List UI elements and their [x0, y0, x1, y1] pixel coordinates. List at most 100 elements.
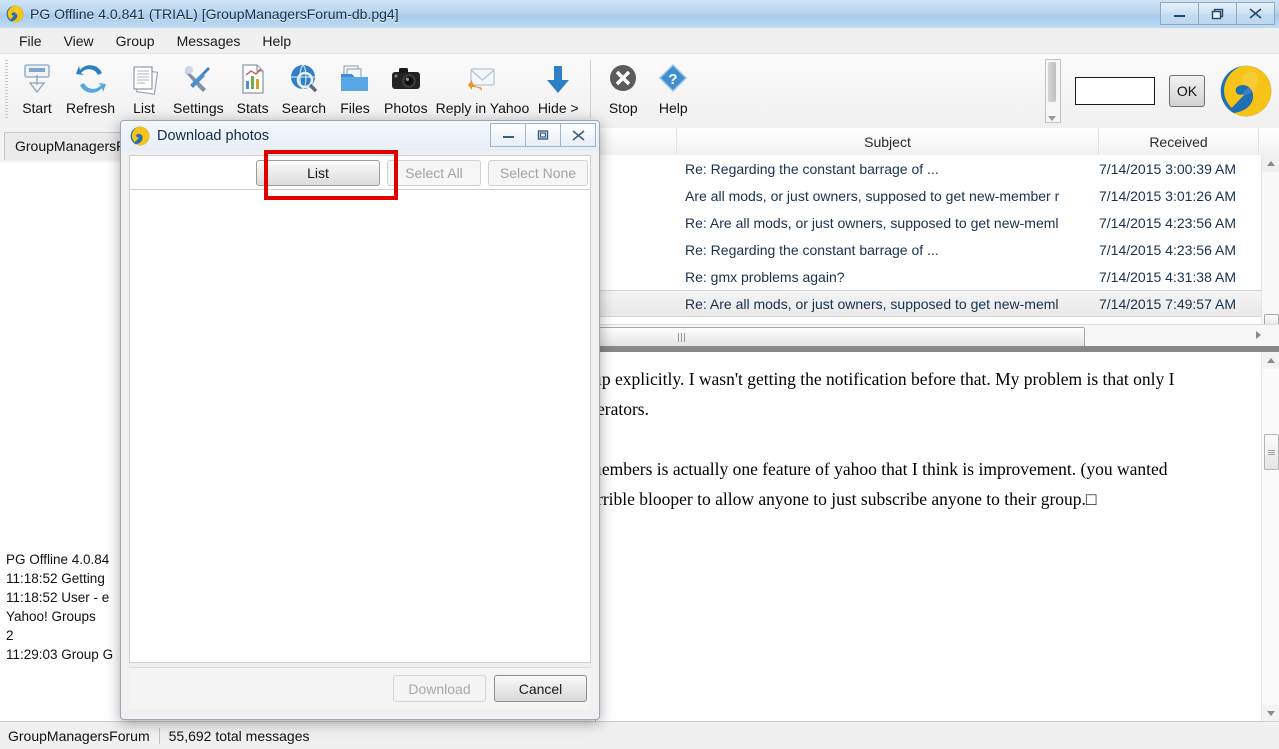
table-row[interactable]: Re: Regarding the constant barrage of ..…: [597, 236, 1262, 263]
download-button[interactable]: Download: [393, 675, 486, 702]
hscroll-track[interactable]: [599, 326, 1239, 348]
cell-subject: Re: Regarding the constant barrage of ..…: [685, 241, 939, 258]
log-pane[interactable]: PG Offline 4.0.84 11:18:52 Getting 11:18…: [0, 546, 120, 722]
message-list-horizontal-scrollbar[interactable]: [597, 324, 1279, 348]
status-group-name: GroupManagersForum: [8, 727, 150, 744]
menu-bar: File View Group Messages Help: [0, 28, 1279, 54]
restore-button[interactable]: [1198, 2, 1236, 25]
toolbar-button-files[interactable]: Files: [330, 56, 380, 116]
cell-received: 7/14/2015 7:49:57 AM: [1099, 295, 1236, 312]
message-list-header: Subject Received: [597, 128, 1279, 156]
toolbar-label: Photos: [383, 100, 428, 116]
dialog-restore-button[interactable]: [525, 123, 560, 147]
window-controls: [1160, 2, 1275, 25]
select-all-button[interactable]: Select All: [387, 159, 481, 186]
slider-thumb[interactable]: [1048, 62, 1056, 102]
app-swirl-icon: [6, 5, 24, 23]
log-line: 11:18:52 Getting: [6, 571, 105, 586]
pages-list-icon: [126, 58, 162, 100]
chevron-down-icon[interactable]: [1048, 116, 1056, 121]
toolbar-button-search[interactable]: Search: [278, 56, 330, 116]
window-title: PG Offline 4.0.841 (TRIAL) [GroupManager…: [30, 6, 399, 22]
menu-file[interactable]: File: [8, 30, 53, 52]
dialog-toolbar: List Select All Select None: [129, 155, 591, 189]
message-body-pane[interactable]: ıp explicitly. I wasn't getting the noti…: [597, 352, 1279, 722]
search-input[interactable]: [1075, 77, 1155, 105]
table-row[interactable]: Are all mods, or just owners, supposed t…: [597, 182, 1262, 209]
toolbar-label: Reply in Yahoo: [435, 100, 530, 116]
cell-subject: Re: Regarding the constant barrage of ..…: [685, 160, 939, 177]
close-button[interactable]: [1236, 2, 1275, 25]
list-button[interactable]: List: [256, 159, 380, 186]
scroll-up-button[interactable]: [1262, 155, 1279, 172]
column-header-extra[interactable]: [1259, 128, 1279, 155]
cell-subject: Are all mods, or just owners, supposed t…: [685, 187, 1060, 204]
application-window: PG Offline 4.0.841 (TRIAL) [GroupManager…: [0, 0, 1279, 749]
toolbar-label: Settings: [173, 100, 224, 116]
message-list-body[interactable]: Re: Regarding the constant barrage of ..…: [597, 155, 1262, 323]
table-row[interactable]: Re: Regarding the constant barrage of ..…: [597, 155, 1262, 182]
toolbar-button-settings[interactable]: Settings: [169, 56, 228, 116]
toolbar-button-help[interactable]: ? Help: [648, 56, 698, 116]
toolbar-button-reply-in-yahoo[interactable]: Reply in Yahoo: [432, 56, 534, 116]
photo-list-area[interactable]: [129, 189, 591, 663]
message-list-vertical-scrollbar[interactable]: [1261, 155, 1279, 350]
column-header-blank[interactable]: [597, 128, 677, 155]
table-row[interactable]: Re: Are all mods, or just owners, suppos…: [597, 209, 1262, 236]
hscroll-thumb[interactable]: [599, 326, 1085, 348]
table-row-selected[interactable]: Re: Are all mods, or just owners, suppos…: [597, 290, 1262, 317]
help-diamond-question-icon: ?: [655, 58, 691, 100]
down-arrow-icon: [540, 58, 576, 100]
column-header-subject[interactable]: Subject: [677, 128, 1099, 155]
toolbar-button-refresh[interactable]: Refresh: [62, 56, 119, 116]
window-titlebar: PG Offline 4.0.841 (TRIAL) [GroupManager…: [0, 0, 1279, 29]
cell-subject: Re: Are all mods, or just owners, suppos…: [685, 295, 1059, 312]
toolbar-separator: [590, 60, 592, 118]
menu-group[interactable]: Group: [105, 30, 166, 52]
body-line: ıembers is actually one feature of yahoo…: [597, 459, 1168, 479]
toolbar-label: Start: [22, 100, 52, 116]
wrench-screwdriver-icon: [180, 58, 216, 100]
log-line: 11:29:03 Group G: [6, 647, 114, 662]
toolbar-button-hide[interactable]: Hide >: [533, 56, 583, 116]
chevron-up-icon: [1266, 161, 1275, 166]
log-line: PG Offline 4.0.84: [6, 552, 110, 567]
toolbar-label: Help: [658, 100, 688, 116]
refresh-arrows-icon: [73, 58, 109, 100]
toolbar-grip[interactable]: [5, 60, 8, 120]
minimize-button[interactable]: [1160, 2, 1198, 25]
dialog-window-controls: [490, 123, 596, 147]
column-header-received[interactable]: Received: [1099, 128, 1259, 155]
select-none-button[interactable]: Select None: [488, 159, 588, 186]
scroll-right-button[interactable]: [1256, 331, 1261, 339]
toolbar-button-photos[interactable]: Photos: [380, 56, 432, 116]
toolbar-button-list[interactable]: List: [119, 56, 169, 116]
reply-envelope-icon: [464, 58, 500, 100]
cell-received: 7/14/2015 4:31:38 AM: [1099, 268, 1236, 285]
toolbar-overflow-slider[interactable]: [1045, 59, 1061, 123]
message-body-scrollbar[interactable]: [1261, 352, 1279, 722]
messages-pane: Subject Received Re: Regarding the const…: [597, 128, 1279, 722]
scroll-down-button[interactable]: [1262, 705, 1279, 722]
chevron-up-icon: [1266, 358, 1275, 363]
toolbar-button-stop[interactable]: Stop: [598, 56, 648, 116]
cancel-button[interactable]: Cancel: [494, 675, 587, 702]
menu-view[interactable]: View: [53, 30, 105, 52]
ok-button[interactable]: OK: [1169, 75, 1205, 107]
yahoo-groups-swirl-logo: [1219, 64, 1273, 118]
folder-documents-icon: [337, 58, 373, 100]
stop-circle-x-icon: [605, 58, 641, 100]
dialog-close-button[interactable]: [560, 123, 596, 147]
toolbar-label: Stats: [236, 100, 269, 116]
toolbar-button-start[interactable]: Start: [12, 56, 62, 116]
table-row[interactable]: Re: gmx problems again? 7/14/2015 4:31:3…: [597, 263, 1262, 290]
download-tray-icon: [19, 58, 55, 100]
menu-help[interactable]: Help: [251, 30, 302, 52]
scroll-thumb[interactable]: [1264, 434, 1279, 470]
dialog-minimize-button[interactable]: [490, 123, 525, 147]
menu-messages[interactable]: Messages: [166, 30, 252, 52]
globe-magnifier-icon: [286, 58, 322, 100]
toolbar-button-stats[interactable]: Stats: [228, 56, 278, 116]
scroll-up-button[interactable]: [1262, 352, 1279, 369]
log-line: 11:18:52 User - e: [6, 590, 110, 605]
